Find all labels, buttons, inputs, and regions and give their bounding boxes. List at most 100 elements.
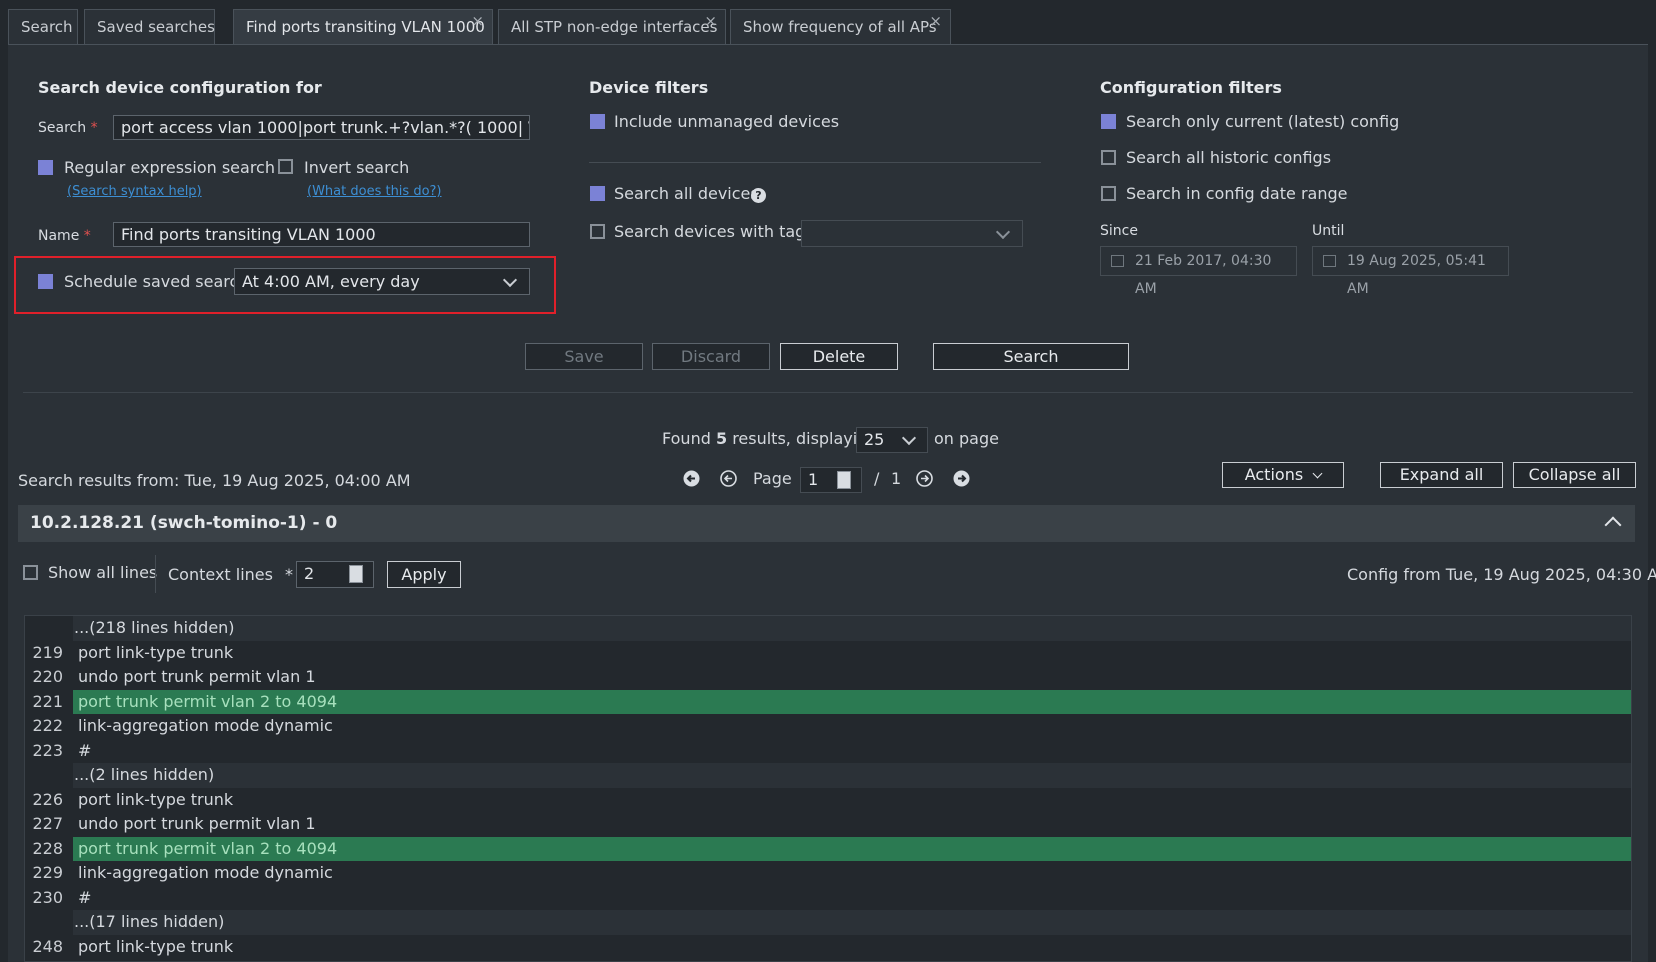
line-text: port trunk permit vlan 2 to 4094 [73, 689, 1631, 714]
search-input[interactable]: port access vlan 1000|port trunk.+?vlan.… [113, 115, 530, 140]
device-title: 10.2.128.21 (swch-tomino-1) - 0 [30, 513, 338, 533]
invert-search-checkbox[interactable] [278, 159, 293, 174]
search-with-tags-checkbox[interactable] [590, 224, 605, 239]
page-separator: / [874, 469, 880, 488]
expand-all-button[interactable]: Expand all [1380, 462, 1503, 488]
search-section-heading: Search device configuration for [38, 78, 322, 97]
line-number: 221 [32, 691, 63, 711]
next-page-icon[interactable] [916, 470, 933, 487]
include-unmanaged-checkbox[interactable] [590, 114, 605, 129]
required-mark: * [83, 228, 91, 244]
config-line: 248 port link-type trunk [25, 935, 1631, 960]
delete-button[interactable]: Delete [780, 343, 898, 370]
search-all-devices-checkbox[interactable] [590, 186, 605, 201]
tab-label: Show frequency of all APs [743, 18, 937, 36]
config-line: 229 link-aggregation mode dynamic [25, 861, 1631, 886]
device-filters-heading: Device filters [589, 78, 709, 97]
prev-page-icon[interactable] [720, 470, 737, 487]
search-label: Search * [38, 120, 98, 136]
hidden-lines-row[interactable]: ...(2 lines hidden) [25, 763, 1631, 788]
tab-saved-searches[interactable]: Saved searches [84, 9, 215, 44]
until-label: Until [1312, 223, 1345, 239]
page-stepper[interactable] [837, 471, 851, 489]
line-text: port link-type trunk [78, 642, 234, 662]
close-icon[interactable]: × [471, 4, 484, 39]
last-page-icon[interactable] [953, 470, 970, 487]
tab-stp-non-edge[interactable]: All STP non-edge interfaces × [498, 9, 726, 44]
show-all-lines-label: Show all lines [48, 563, 158, 582]
line-text: # [78, 887, 92, 907]
context-lines-label: Context lines [168, 565, 273, 584]
tags-select[interactable] [801, 220, 1023, 247]
include-unmanaged-label: Include unmanaged devices [614, 112, 840, 131]
line-number: 219 [32, 642, 63, 662]
hidden-lines-row[interactable]: ...(17 lines hidden) [25, 910, 1631, 935]
context-lines-stepper[interactable] [349, 565, 363, 583]
until-date-field[interactable]: 19 Aug 2025, 05:41 AM [1312, 246, 1509, 297]
line-number: 248 [32, 936, 63, 956]
tab-label: Find ports transiting VLAN 1000 [246, 18, 485, 36]
tab-label: Saved searches [97, 18, 215, 36]
tab-find-ports-vlan-1000[interactable]: Find ports transiting VLAN 1000 × [233, 9, 493, 44]
search-syntax-help-link[interactable]: (Search syntax help) [67, 184, 202, 199]
per-page-select[interactable]: 25 [856, 427, 928, 453]
divider [589, 162, 1041, 163]
tab-label: All STP non-edge interfaces [511, 18, 718, 36]
apply-button[interactable]: Apply [387, 561, 461, 588]
page-total: 1 [891, 469, 902, 488]
per-page-value: 25 [864, 430, 885, 449]
page-input[interactable]: 1 [800, 467, 862, 493]
discard-button[interactable]: Discard [652, 343, 770, 370]
tab-search[interactable]: Search [8, 9, 78, 44]
since-date-field[interactable]: 21 Feb 2017, 04:30 AM [1100, 246, 1297, 297]
matched-config-line: 221 port trunk permit vlan 2 to 4094 [25, 689, 1631, 714]
schedule-checkbox[interactable] [38, 274, 53, 289]
first-page-icon[interactable] [683, 470, 700, 487]
regex-checkbox[interactable] [38, 160, 53, 175]
divider [23, 392, 1633, 393]
config-line: 227 undo port trunk permit vlan 1 [25, 812, 1631, 837]
close-icon[interactable]: × [704, 4, 717, 39]
line-text: ...(2 lines hidden) [73, 763, 1631, 788]
line-text: link-aggregation mode dynamic [78, 716, 333, 735]
line-text: # [78, 740, 92, 760]
tab-frequency-aps[interactable]: Show frequency of all APs × [730, 9, 951, 44]
historic-configs-label: Search all historic configs [1126, 148, 1332, 167]
date-range-checkbox[interactable] [1101, 186, 1116, 201]
line-number: 227 [32, 814, 63, 833]
on-page-label: on page [934, 429, 999, 448]
regex-label: Regular expression search [64, 158, 275, 177]
results-count: Found 5 results, displaying [662, 429, 878, 448]
line-number: 230 [32, 887, 63, 907]
show-all-lines-checkbox[interactable] [23, 565, 38, 580]
line-text: undo port trunk permit vlan 1 [78, 814, 316, 833]
config-filters-heading: Configuration filters [1100, 78, 1282, 97]
what-does-this-do-link[interactable]: (What does this do?) [307, 184, 442, 199]
date-range-label: Search in config date range [1126, 184, 1348, 203]
help-icon[interactable]: ? [751, 188, 766, 203]
config-line: 220 undo port trunk permit vlan 1 [25, 665, 1631, 690]
line-number: 228 [32, 838, 63, 858]
hidden-lines-row[interactable]: ...(218 lines hidden) [25, 616, 1631, 641]
context-lines-value: 2 [304, 564, 315, 583]
line-text: ...(17 lines hidden) [73, 910, 1631, 935]
collapse-all-button[interactable]: Collapse all [1513, 462, 1636, 488]
name-label: Name * [38, 228, 91, 244]
config-line: 226 port link-type trunk [25, 788, 1631, 813]
config-line: 219 port link-type trunk [25, 641, 1631, 666]
results-from-text: Search results from: Tue, 19 Aug 2025, 0… [18, 471, 411, 490]
current-config-label: Search only current (latest) config [1126, 112, 1400, 131]
line-number: 226 [32, 789, 63, 809]
actions-button[interactable]: Actions [1222, 462, 1344, 488]
page-value: 1 [808, 470, 819, 489]
since-label: Since [1100, 223, 1138, 239]
search-with-tags-label: Search devices with tags [614, 222, 814, 241]
schedule-select[interactable]: At 4:00 AM, every day [234, 268, 530, 295]
required-mark: * [90, 120, 98, 136]
historic-configs-checkbox[interactable] [1101, 150, 1116, 165]
search-button[interactable]: Search [933, 343, 1129, 370]
name-field[interactable]: Find ports transiting VLAN 1000 [113, 222, 530, 247]
current-config-checkbox[interactable] [1101, 114, 1116, 129]
close-icon[interactable]: × [929, 4, 942, 39]
save-button[interactable]: Save [525, 343, 643, 370]
